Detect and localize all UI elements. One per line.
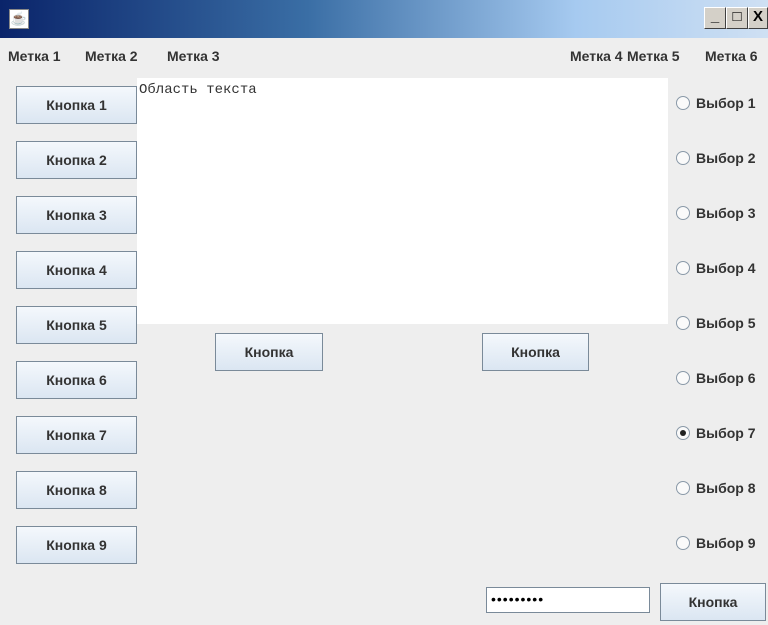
radio-circle-icon bbox=[676, 371, 690, 386]
radio-label: Выбор 2 bbox=[696, 150, 756, 166]
center-button-right[interactable]: Кнопка bbox=[482, 333, 589, 371]
button-4[interactable]: Кнопка 4 bbox=[16, 251, 137, 289]
radio-option-7[interactable]: Выбор 7 bbox=[676, 425, 756, 445]
radio-label: Выбор 3 bbox=[696, 205, 756, 221]
radio-label: Выбор 4 bbox=[696, 260, 756, 276]
password-field[interactable]: ••••••••• bbox=[486, 587, 650, 613]
radio-label: Выбор 7 bbox=[696, 425, 756, 441]
radio-option-3[interactable]: Выбор 3 bbox=[676, 205, 756, 225]
button-9[interactable]: Кнопка 9 bbox=[16, 526, 137, 564]
radio-label: Выбор 9 bbox=[696, 535, 756, 551]
close-button[interactable]: X bbox=[748, 7, 768, 29]
button-2[interactable]: Кнопка 2 bbox=[16, 141, 137, 179]
radio-option-4[interactable]: Выбор 4 bbox=[676, 260, 756, 280]
radio-label: Выбор 6 bbox=[696, 370, 756, 386]
minimize-button[interactable]: _ bbox=[704, 7, 726, 29]
radio-option-6[interactable]: Выбор 6 bbox=[676, 370, 756, 390]
radio-circle-icon bbox=[676, 96, 690, 111]
maximize-button[interactable]: □ bbox=[726, 7, 748, 29]
button-6[interactable]: Кнопка 6 bbox=[16, 361, 137, 399]
java-app-icon[interactable]: ☕ bbox=[9, 9, 29, 29]
radio-circle-icon bbox=[676, 481, 690, 496]
radio-option-8[interactable]: Выбор 8 bbox=[676, 480, 756, 500]
radio-option-1[interactable]: Выбор 1 bbox=[676, 95, 756, 115]
button-5[interactable]: Кнопка 5 bbox=[16, 306, 137, 344]
radio-option-9[interactable]: Выбор 9 bbox=[676, 535, 756, 555]
title-bar[interactable]: ☕ _ □ X bbox=[0, 0, 768, 38]
center-button-left[interactable]: Кнопка bbox=[215, 333, 323, 371]
label-2: Метка 2 bbox=[85, 48, 138, 64]
radio-circle-icon bbox=[676, 261, 690, 276]
radio-circle-icon bbox=[676, 151, 690, 166]
radio-selected-icon bbox=[676, 426, 690, 441]
label-3: Метка 3 bbox=[167, 48, 220, 64]
radio-option-2[interactable]: Выбор 2 bbox=[676, 150, 756, 170]
radio-option-5[interactable]: Выбор 5 bbox=[676, 315, 756, 335]
radio-label: Выбор 1 bbox=[696, 95, 756, 111]
label-5: Метка 5 bbox=[627, 48, 680, 64]
button-3[interactable]: Кнопка 3 bbox=[16, 196, 137, 234]
button-8[interactable]: Кнопка 8 bbox=[16, 471, 137, 509]
label-4: Метка 4 bbox=[570, 48, 623, 64]
radio-circle-icon bbox=[676, 536, 690, 551]
radio-label: Выбор 8 bbox=[696, 480, 756, 496]
label-6: Метка 6 bbox=[705, 48, 758, 64]
label-1: Метка 1 bbox=[8, 48, 61, 64]
button-1[interactable]: Кнопка 1 bbox=[16, 86, 137, 124]
radio-circle-icon bbox=[676, 206, 690, 221]
button-7[interactable]: Кнопка 7 bbox=[16, 416, 137, 454]
radio-label: Выбор 5 bbox=[696, 315, 756, 331]
text-area[interactable]: Область текста bbox=[137, 78, 668, 324]
bottom-button[interactable]: Кнопка bbox=[660, 583, 766, 621]
radio-circle-icon bbox=[676, 316, 690, 331]
